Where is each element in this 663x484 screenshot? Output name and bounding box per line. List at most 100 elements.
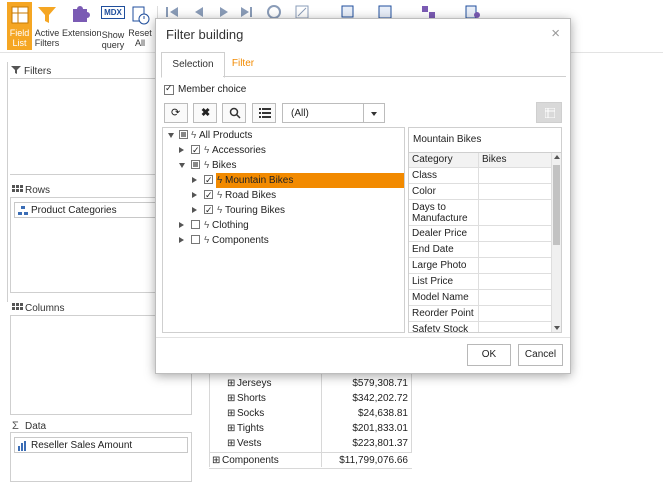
level-select[interactable]: (All) <box>282 103 385 123</box>
expand-icon[interactable] <box>179 147 184 153</box>
grid-row-label: Shorts <box>237 393 266 404</box>
grid-row-label: Tights <box>237 423 264 434</box>
extension-button[interactable]: Extension <box>62 2 102 50</box>
property-name: Days to Manufacture <box>409 200 479 226</box>
properties-row: Class <box>409 168 551 184</box>
properties-col-category: Category <box>409 153 479 168</box>
scroll-down-icon[interactable] <box>554 326 560 330</box>
show-query-button[interactable]: MDX Show query <box>100 2 126 50</box>
tree-node-touring-bikes[interactable]: ϟ Touring Bikes <box>163 203 403 218</box>
lightning-icon: ϟ <box>191 130 197 141</box>
tree-node-label: Components <box>212 235 269 246</box>
grid-icon <box>544 107 556 121</box>
tree-checkbox[interactable] <box>191 220 200 229</box>
tab-selection[interactable]: Selection <box>161 52 225 78</box>
grid-total-value: $11,799,076.66 <box>339 455 408 466</box>
active-filters-button[interactable]: Active Filters <box>34 2 60 50</box>
tree-node-label: Clothing <box>212 220 249 231</box>
expand-icon[interactable] <box>192 192 197 198</box>
refresh-button[interactable]: ⟳ <box>164 103 188 123</box>
tree-node-clothing[interactable]: ϟ Clothing <box>163 218 403 233</box>
left-edge-scrollbar[interactable] <box>0 62 8 302</box>
close-icon[interactable]: × <box>551 25 560 42</box>
expand-icon[interactable] <box>179 222 184 228</box>
tree-node-components[interactable]: ϟ Components <box>163 233 403 248</box>
grid-row-value: $223,801.37 <box>352 438 408 449</box>
filters-icon <box>10 65 22 78</box>
lightning-icon: ϟ <box>204 220 210 231</box>
tree-checkbox[interactable] <box>204 173 213 188</box>
properties-scrollbar[interactable] <box>551 153 561 332</box>
data-title: Data <box>25 421 47 432</box>
grid-row-value: $24,638.81 <box>357 408 408 419</box>
dialog-title: Filter building <box>166 27 244 42</box>
grid-row: ⊞ Jerseys $579,308.71 <box>196 376 412 391</box>
refresh-icon: ⟳ <box>171 107 181 119</box>
list-button[interactable] <box>252 103 276 123</box>
chevron-down-icon <box>371 112 377 116</box>
member-tree[interactable]: ϟ All Products ϟ Accessories ϟ Bikes ϟ M… <box>162 127 405 333</box>
field-list-button[interactable]: Field List <box>7 2 32 50</box>
property-name: List Price <box>409 274 479 290</box>
tree-checkbox[interactable] <box>191 235 200 244</box>
expand-icon[interactable] <box>192 207 197 213</box>
tree-checkbox[interactable] <box>179 130 188 139</box>
tree-checkbox[interactable] <box>191 160 200 169</box>
lightning-icon: ϟ <box>217 205 223 216</box>
expand-icon[interactable]: ⊞ <box>227 421 235 436</box>
properties-row: Days to Manufacture <box>409 200 551 226</box>
ok-button[interactable]: OK <box>467 344 511 366</box>
properties-header-row: Category Bikes <box>409 153 551 168</box>
tree-node-label: Accessories <box>212 145 266 156</box>
level-select-toggle[interactable] <box>363 104 384 122</box>
properties-row: Large Photo <box>409 258 551 274</box>
tree-checkbox[interactable] <box>204 188 213 203</box>
expand-icon[interactable]: ⊞ <box>227 406 235 421</box>
properties-toggle-button[interactable] <box>536 102 562 123</box>
data-field-chip[interactable]: Reseller Sales Amount <box>14 437 188 453</box>
expand-icon[interactable]: ⊞ <box>227 376 235 391</box>
search-button[interactable] <box>222 103 246 123</box>
tree-node-road-bikes[interactable]: ϟ Road Bikes <box>163 188 403 203</box>
tree-node-all-products[interactable]: ϟ All Products <box>163 128 403 143</box>
properties-col-bikes: Bikes <box>482 154 507 165</box>
scrollbar-thumb[interactable] <box>553 165 560 245</box>
clear-button[interactable]: ✖ <box>193 103 217 123</box>
scroll-up-icon[interactable] <box>554 155 560 159</box>
cancel-button[interactable]: Cancel <box>518 344 563 366</box>
grid-total-label: Components <box>222 455 279 466</box>
expand-icon[interactable]: ⊞ <box>212 453 220 468</box>
tree-checkbox[interactable] <box>204 203 213 218</box>
properties-row: Color <box>409 184 551 200</box>
mdx-badge: MDX <box>101 6 125 19</box>
footer-divider <box>156 337 570 338</box>
property-name: End Date <box>409 242 479 258</box>
show-query-label: Show query <box>101 30 125 50</box>
lightning-icon: ϟ <box>204 235 210 246</box>
expand-icon[interactable] <box>192 177 197 183</box>
grid-row-label: Socks <box>237 408 265 419</box>
tree-node-accessories[interactable]: ϟ Accessories <box>163 143 403 158</box>
property-name: Safety Stock <box>409 322 479 332</box>
grid-row-label: Jerseys <box>237 378 272 389</box>
rows-title: Rows <box>25 185 51 196</box>
clear-icon: ✖ <box>201 107 211 119</box>
tree-checkbox[interactable] <box>191 143 200 158</box>
reset-all-button[interactable]: Reset All <box>128 2 152 50</box>
tree-node-label: Touring Bikes <box>225 205 286 216</box>
collapse-icon[interactable] <box>168 133 174 138</box>
rows-icon <box>12 184 24 197</box>
properties-row: List Price <box>409 274 551 290</box>
expand-icon[interactable] <box>179 237 184 243</box>
tree-node-label: Road Bikes <box>225 190 277 201</box>
tree-node-bikes[interactable]: ϟ Bikes <box>163 158 403 173</box>
tree-node-label: Mountain Bikes <box>225 175 294 186</box>
expand-icon[interactable]: ⊞ <box>227 436 235 451</box>
grid-row-label: Vests <box>237 438 262 449</box>
property-name: Color <box>409 184 479 200</box>
tree-node-mountain-bikes[interactable]: ϟ Mountain Bikes <box>163 173 404 188</box>
expand-icon[interactable]: ⊞ <box>227 391 235 406</box>
member-choice-checkbox[interactable] <box>164 83 174 95</box>
collapse-icon[interactable] <box>179 163 185 168</box>
tab-filter[interactable]: Filter <box>223 52 263 76</box>
